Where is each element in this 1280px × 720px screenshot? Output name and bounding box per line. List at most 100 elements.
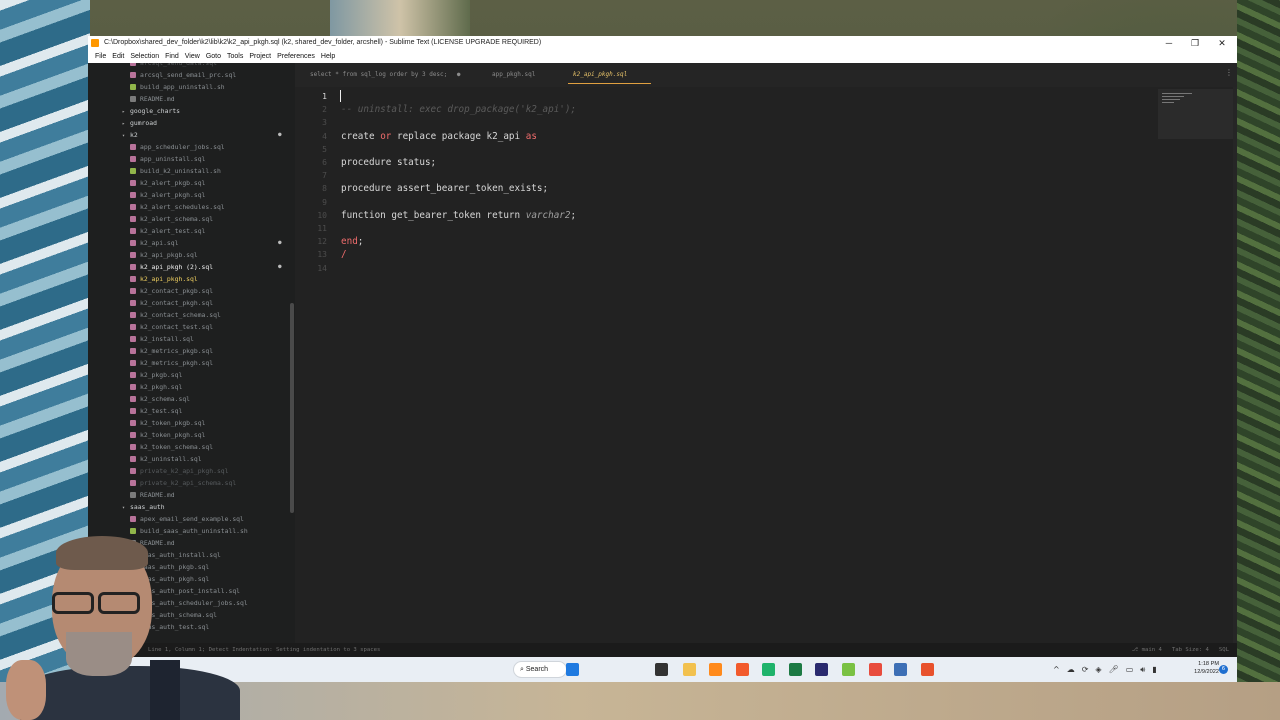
taskbar-search[interactable]: ⌕ Search [513, 661, 567, 678]
orange-c-icon[interactable] [921, 663, 934, 676]
sync-icon[interactable]: ⟳ [1082, 661, 1089, 678]
sidebar-folder[interactable]: ▸ gumroad [88, 117, 288, 129]
sidebar-file[interactable]: k2_api.sql ● [88, 237, 288, 249]
taskbar-clock[interactable]: 1:18 PM 12/9/2022 [1187, 660, 1219, 676]
menu-tools[interactable]: Tools [224, 50, 246, 63]
sidebar-file[interactable]: k2_contact_schema.sql [88, 309, 288, 321]
code-line[interactable]: / [341, 248, 347, 261]
minimize-button[interactable]: ─ [1155, 36, 1183, 50]
menu-selection[interactable]: Selection [127, 50, 162, 63]
close-button[interactable]: ✕ [1208, 36, 1236, 50]
sidebar-file[interactable]: build_app_uninstall.sh [88, 81, 288, 93]
cloud-icon[interactable]: ☁ [1067, 661, 1075, 678]
code-line[interactable]: procedure assert_bearer_token_exists; [341, 182, 548, 195]
sidebar-file[interactable]: k2_token_pkgb.sql [88, 417, 288, 429]
person-beard [66, 632, 132, 676]
sidebar-file[interactable]: k2_alert_pkgh.sql [88, 189, 288, 201]
menu-goto[interactable]: Goto [203, 50, 224, 63]
monitor-icon[interactable]: ▭ [1126, 661, 1134, 678]
task-view-icon[interactable] [655, 663, 668, 676]
sidebar-file[interactable]: k2_test.sql [88, 405, 288, 417]
sidebar-file[interactable]: apex_email_send_example.sql [88, 513, 288, 525]
sidebar-file[interactable]: k2_uninstall.sql [88, 453, 288, 465]
maximize-button[interactable]: ❐ [1181, 36, 1209, 50]
sidebar-file[interactable]: k2_api_pkgb.sql [88, 249, 288, 261]
menu-file[interactable]: File [92, 50, 109, 63]
k-app-icon[interactable] [815, 663, 828, 676]
code-line[interactable]: -- uninstall: exec drop_package('k2_api'… [341, 103, 576, 116]
sidebar-file[interactable]: k2_alert_test.sql [88, 225, 288, 237]
file-explorer-icon[interactable] [683, 663, 696, 676]
security-icon[interactable]: ◈ [1095, 661, 1101, 678]
notification-badge[interactable]: 6 [1219, 665, 1228, 674]
sidebar-file[interactable]: k2_pkgb.sql [88, 369, 288, 381]
sidebar-file[interactable]: build_k2_uninstall.sh [88, 165, 288, 177]
chevron-up-icon[interactable]: ^ [1053, 661, 1060, 678]
sidebar-item-label: k2_contact_pkgb.sql [140, 287, 214, 295]
title-bar[interactable]: C:\Dropbox\shared_dev_folder\k2\lib\k2\k… [88, 36, 1237, 50]
sidebar-file[interactable]: README.md [88, 489, 288, 501]
sidebar-file[interactable]: k2_install.sql [88, 333, 288, 345]
sidebar-file[interactable]: app_scheduler_jobs.sql [88, 141, 288, 153]
microphone-icon[interactable]: 🎤︎ [1109, 661, 1119, 678]
sidebar-folder[interactable]: ▸ google_charts [88, 105, 288, 117]
sidebar-file[interactable]: k2_api_pkgh (2).sql ● [88, 261, 288, 273]
menu-view[interactable]: View [182, 50, 203, 63]
tab-sql-query[interactable]: select * from sql_log order by 3 desc; ● [310, 63, 461, 87]
menu-find[interactable]: Find [162, 50, 182, 63]
sidebar-folder[interactable]: ▾ k2 ● [88, 129, 288, 141]
chrome-app-icon[interactable] [762, 663, 775, 676]
syntax-indicator[interactable]: SQL [1219, 643, 1229, 657]
code-editor[interactable]: 1 2 3 4 5 6 7 8 9 10 11 12 13 14 -- uninstall: exec d… [295, 87, 1237, 643]
sidebar-file[interactable]: k2_token_pkgh.sql [88, 429, 288, 441]
sidebar-file[interactable]: k2_metrics_pkgb.sql [88, 345, 288, 357]
sidebar-file[interactable]: k2_token_schema.sql [88, 441, 288, 453]
line-number: 5 [322, 144, 327, 154]
sublime-text-icon[interactable] [709, 663, 722, 676]
start-icon[interactable] [566, 663, 579, 676]
code-line[interactable]: end; [341, 235, 363, 248]
menu-project[interactable]: Project [246, 50, 274, 63]
editor-scrollbar[interactable] [1233, 87, 1237, 643]
git-branch[interactable]: ⎇ main 4 [1132, 643, 1162, 657]
settings-icon[interactable] [894, 663, 907, 676]
menu-help[interactable]: Help [318, 50, 338, 63]
sidebar-scrollbar[interactable] [290, 303, 294, 513]
sidebar-file[interactable]: private_k2_api_schema.sql [88, 477, 288, 489]
battery-icon[interactable]: ▮ [1152, 661, 1156, 678]
menu-edit[interactable]: Edit [109, 50, 127, 63]
sidebar-file[interactable]: k2_api_pkgh.sql [88, 273, 288, 285]
sidebar-file[interactable]: k2_contact_pkgb.sql [88, 285, 288, 297]
minimap[interactable] [1158, 89, 1233, 139]
sidebar-file[interactable]: k2_contact_pkgh.sql [88, 297, 288, 309]
sidebar-file[interactable]: k2_alert_schedules.sql [88, 201, 288, 213]
sql-file-icon [130, 192, 136, 198]
speaker-icon[interactable]: 🔊︎ [1140, 661, 1145, 678]
sidebar-file[interactable]: k2_metrics_pkgh.sql [88, 357, 288, 369]
sidebar-file[interactable]: k2_schema.sql [88, 393, 288, 405]
sidebar-folder[interactable]: ▾ saas_auth [88, 501, 288, 513]
modified-dot-icon: ● [278, 131, 282, 138]
brave-icon[interactable] [736, 663, 749, 676]
sublime-app-icon [91, 39, 99, 47]
sidebar-file[interactable]: private_k2_api_pkgh.sql [88, 465, 288, 477]
menu-preferences[interactable]: Preferences [274, 50, 318, 63]
paint-icon[interactable] [869, 663, 882, 676]
sidebar-file[interactable]: arcsql_send_email_prc.sql [88, 69, 288, 81]
tab-app-pkgh[interactable]: app_pkgh.sql [492, 63, 535, 87]
excel-icon[interactable] [789, 663, 802, 676]
green-c-icon[interactable] [842, 663, 855, 676]
code-line[interactable]: function get_bearer_token return varchar… [341, 209, 576, 222]
code-line[interactable]: create or replace package k2_api as [341, 130, 537, 143]
sidebar-file[interactable]: k2_alert_schema.sql [88, 213, 288, 225]
sidebar-file[interactable]: k2_alert_pkgb.sql [88, 177, 288, 189]
sidebar-file[interactable]: k2_pkgh.sql [88, 381, 288, 393]
sublime-text-window: C:\Dropbox\shared_dev_folder\k2\lib\k2\k… [88, 36, 1237, 682]
sidebar-file[interactable]: k2_contact_test.sql [88, 321, 288, 333]
sidebar-file[interactable]: README.md [88, 93, 288, 105]
line-number: 4 [322, 131, 327, 141]
tab-menu-icon[interactable]: ⋮ [1225, 68, 1233, 77]
sidebar-file[interactable]: app_uninstall.sql [88, 153, 288, 165]
code-line[interactable]: procedure status; [341, 156, 436, 169]
tab-size-indicator[interactable]: Tab Size: 4 [1172, 643, 1209, 657]
